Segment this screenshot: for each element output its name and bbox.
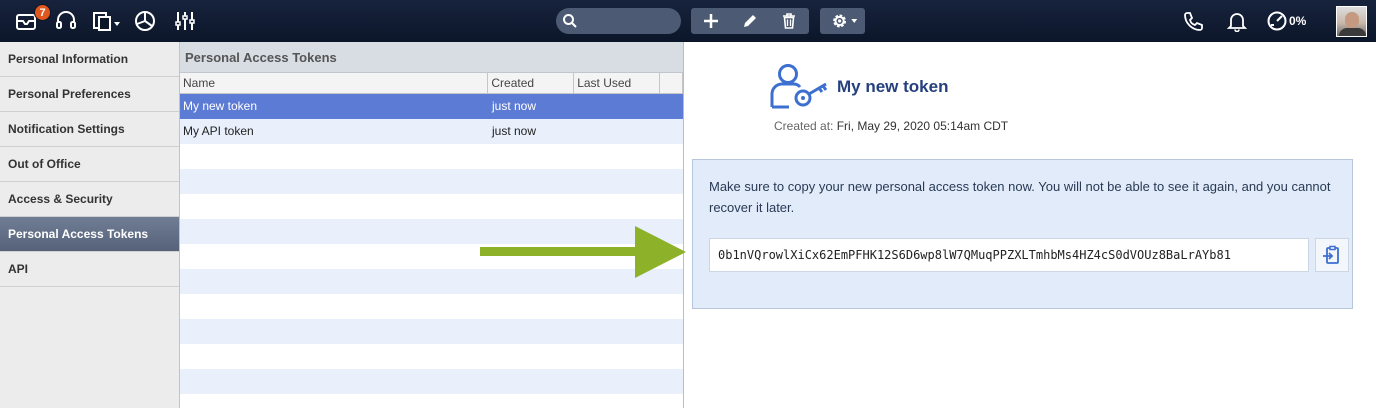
- sliders-icon: [175, 12, 195, 30]
- cell-last-used: [575, 94, 661, 119]
- avatar[interactable]: [1336, 6, 1367, 37]
- sidebar-item-personal-information[interactable]: Personal Information: [0, 42, 179, 77]
- top-toolbar: 7 0%: [0, 0, 1376, 42]
- token-title: My new token: [837, 77, 949, 96]
- gear-menu-button[interactable]: [820, 8, 865, 34]
- notice-text: Make sure to copy your new personal acce…: [709, 179, 1331, 215]
- notifications-button[interactable]: [1225, 0, 1249, 42]
- delete-button[interactable]: [769, 8, 808, 34]
- support-button[interactable]: [52, 0, 80, 42]
- token-value: 0b1nVQrowlXiCx62EmPFHK12S6D6wp8lW7QMuqPP…: [718, 248, 1231, 262]
- phone-icon: [1184, 12, 1203, 31]
- settings-sidebar: Personal Information Personal Preference…: [0, 42, 180, 408]
- token-detail-panel: My new token Created at: Fri, May 29, 20…: [685, 42, 1376, 408]
- chart-icon: [135, 11, 155, 31]
- headset-icon: [56, 11, 76, 29]
- performance-button[interactable]: [1264, 0, 1290, 42]
- empty-row: [180, 369, 683, 394]
- created-at: Created at: Fri, May 29, 2020 05:14am CD…: [774, 119, 1008, 133]
- cell-name: My API token: [183, 124, 254, 138]
- mail-badge: 7: [34, 4, 51, 21]
- add-icon: [703, 14, 718, 28]
- add-button[interactable]: [691, 8, 730, 34]
- sidebar-item-api[interactable]: API: [0, 252, 179, 287]
- phone-button[interactable]: [1180, 0, 1206, 42]
- panel-title: Personal Access Tokens: [180, 42, 683, 73]
- sidebar-item-access-security[interactable]: Access & Security: [0, 182, 179, 217]
- search-input[interactable]: [556, 8, 681, 34]
- token-list-panel: Personal Access Tokens Name Created Last…: [180, 42, 684, 408]
- empty-row: [180, 144, 683, 169]
- cell-created: just now: [492, 124, 537, 138]
- documents-icon: [93, 12, 120, 31]
- table-header: Name Created Last Used: [180, 73, 683, 94]
- performance-icon: [1267, 11, 1287, 31]
- empty-row: [180, 169, 683, 194]
- bell-icon: [1226, 13, 1248, 32]
- user-key-icon: [770, 64, 828, 109]
- cell-created: just now: [492, 99, 537, 113]
- gear-icon: [833, 14, 858, 28]
- mail-button[interactable]: 7: [8, 0, 51, 42]
- edit-actions-group: [691, 8, 809, 34]
- pencil-icon: [743, 15, 756, 27]
- empty-row: [180, 344, 683, 369]
- table-row[interactable]: My new token just now: [180, 94, 683, 119]
- column-header-spacer: [660, 73, 683, 93]
- copy-token-button[interactable]: [1315, 238, 1349, 272]
- empty-row: [180, 194, 683, 219]
- reports-button[interactable]: [132, 0, 158, 42]
- created-at-value: Fri, May 29, 2020 05:14am CDT: [836, 119, 1009, 133]
- sidebar-item-personal-access-tokens[interactable]: Personal Access Tokens: [0, 217, 179, 252]
- table-row[interactable]: My API token just now: [180, 119, 683, 144]
- sidebar-item-personal-preferences[interactable]: Personal Preferences: [0, 77, 179, 112]
- cell-name: My new token: [183, 99, 258, 113]
- column-header-created[interactable]: Created: [488, 73, 575, 93]
- performance-label: 0%: [1289, 14, 1307, 28]
- copy-icon: [1323, 245, 1339, 264]
- token-notice-box: Make sure to copy your new personal acce…: [692, 159, 1353, 309]
- search-icon: [563, 14, 577, 28]
- settings-sliders-button[interactable]: [171, 0, 199, 42]
- edit-button[interactable]: [730, 8, 769, 34]
- token-value-field[interactable]: 0b1nVQrowlXiCx62EmPFHK12S6D6wp8lW7QMuqPP…: [709, 238, 1309, 272]
- sidebar-item-notification-settings[interactable]: Notification Settings: [0, 112, 179, 147]
- sidebar-item-out-of-office[interactable]: Out of Office: [0, 147, 179, 182]
- trash-icon: [782, 13, 795, 29]
- created-at-label: Created at:: [774, 119, 834, 133]
- arrow-annotation: [480, 226, 686, 278]
- empty-row: [180, 394, 683, 408]
- empty-row: [180, 319, 683, 344]
- column-header-name[interactable]: Name: [180, 73, 489, 93]
- column-header-last-used[interactable]: Last Used: [574, 73, 661, 93]
- empty-row: [180, 294, 683, 319]
- documents-button[interactable]: [89, 0, 123, 42]
- cell-last-used: [575, 119, 661, 144]
